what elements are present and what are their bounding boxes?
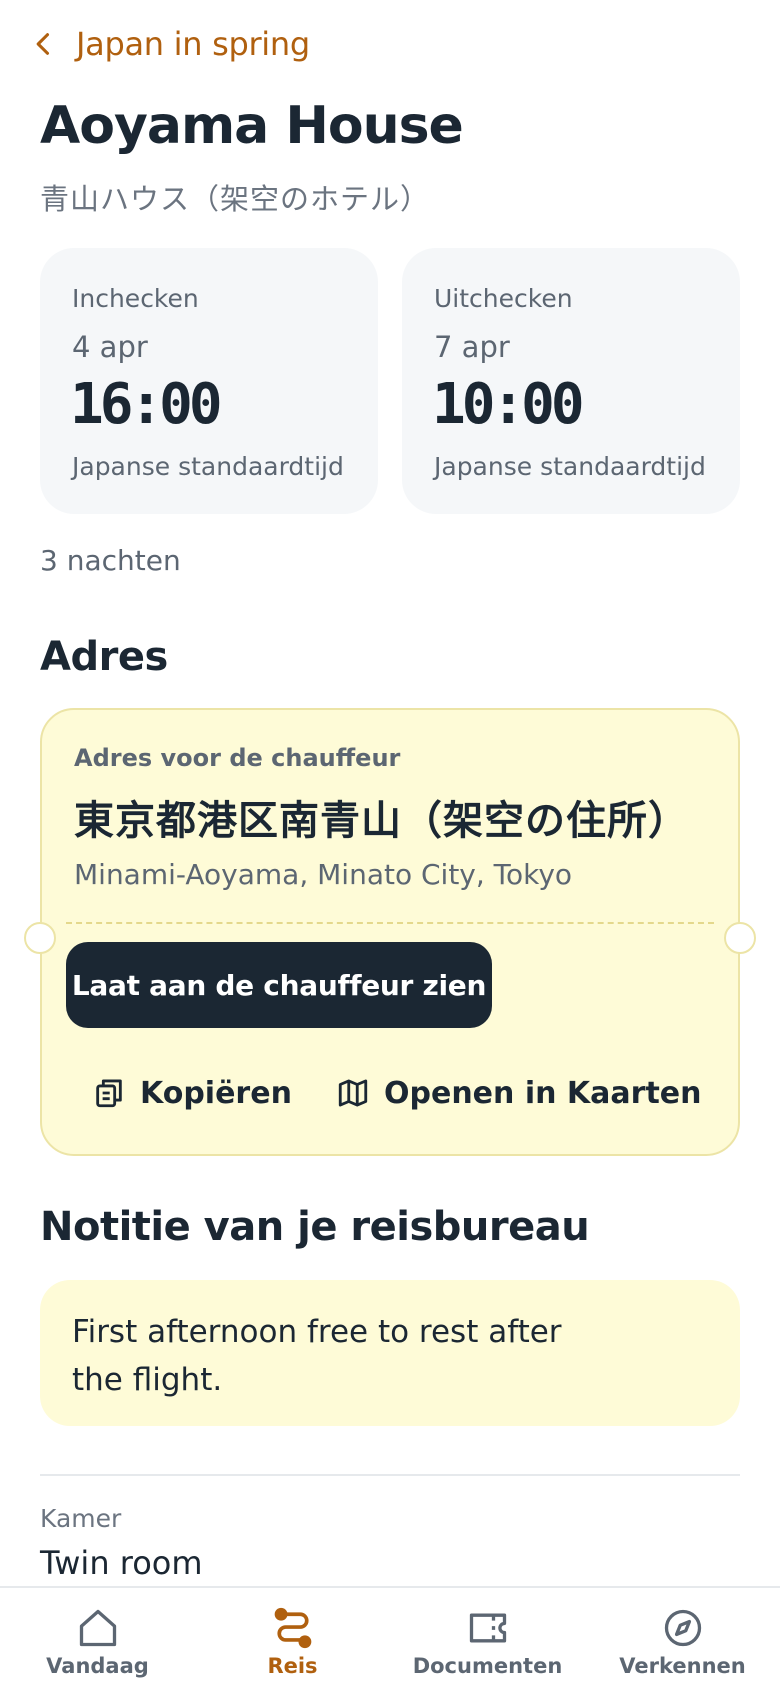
compass-icon bbox=[664, 1609, 701, 1647]
ticket-icon bbox=[469, 1613, 506, 1643]
ticket-notch-right bbox=[724, 922, 756, 954]
address-heading: Adres bbox=[40, 634, 168, 680]
tab-label: Documenten bbox=[412, 1654, 563, 1678]
checkin-label: Inchecken bbox=[72, 284, 199, 313]
agent-note-heading: Notitie van je reisbureau bbox=[40, 1204, 590, 1250]
address-ticket: Adres voor de chauffeur 東京都港区南青山（架空の住所） … bbox=[24, 708, 756, 1156]
open-maps-button[interactable]: Openen in Kaarten bbox=[336, 1068, 702, 1118]
page-title: Aoyama House bbox=[40, 96, 464, 156]
tab-vandaag[interactable]: Vandaag bbox=[0, 1588, 195, 1688]
checkout-card: Uitchecken 7 apr 10:00 Japanse standaard… bbox=[402, 248, 740, 514]
address-romanized: Minami-Aoyama, Minato City, Tokyo bbox=[74, 858, 573, 891]
bottom-tab-bar: Vandaag Reis Documenten Verkennen bbox=[0, 1586, 780, 1688]
checkout-date: 7 apr bbox=[434, 330, 510, 364]
map-icon bbox=[338, 1079, 368, 1107]
tab-reis[interactable]: Reis bbox=[195, 1588, 390, 1688]
ticket-divider bbox=[66, 922, 714, 924]
checkin-timezone: Japanse standaardtijd bbox=[72, 452, 344, 481]
tab-documenten[interactable]: Documenten bbox=[390, 1588, 585, 1688]
checkout-time: 10:00 bbox=[432, 372, 585, 437]
address-native: 東京都港区南青山（架空の住所） bbox=[74, 798, 689, 844]
copy-icon bbox=[96, 1079, 122, 1108]
open-maps-label: Openen in Kaarten bbox=[384, 1075, 702, 1111]
checkout-label: Uitchecken bbox=[434, 284, 573, 313]
route-icon bbox=[274, 1607, 311, 1649]
tab-label: Vandaag bbox=[46, 1654, 149, 1678]
copy-button[interactable]: Kopiëren bbox=[92, 1068, 292, 1118]
tab-label: Verkennen bbox=[619, 1654, 746, 1678]
show-driver-button[interactable]: Laat aan de chauffeur zien bbox=[66, 942, 492, 1028]
agent-note-text: First afternoon free to rest after the f… bbox=[72, 1314, 562, 1398]
home-icon bbox=[79, 1609, 116, 1647]
chevron-left-icon bbox=[36, 33, 50, 55]
checkout-timezone: Japanse standaardtijd bbox=[434, 452, 706, 481]
back-link[interactable]: Japan in spring bbox=[30, 22, 310, 66]
checkin-date: 4 apr bbox=[72, 330, 148, 364]
driver-address-label: Adres voor de chauffeur bbox=[74, 744, 401, 772]
checkin-time: 16:00 bbox=[70, 372, 223, 437]
copy-label: Kopiëren bbox=[140, 1075, 292, 1111]
page-subtitle: 青山ハウス（架空のホテル） bbox=[40, 182, 431, 216]
room-label: Kamer bbox=[40, 1504, 122, 1533]
checkin-card: Inchecken 4 apr 16:00 Japanse standaardt… bbox=[40, 248, 378, 514]
nights-count: 3 nachten bbox=[40, 544, 181, 577]
tab-label: Reis bbox=[267, 1654, 318, 1678]
ticket-notch-left bbox=[24, 922, 56, 954]
back-link-label: Japan in spring bbox=[76, 25, 310, 63]
tab-verkennen[interactable]: Verkennen bbox=[585, 1588, 780, 1688]
room-value: Twin room bbox=[40, 1544, 203, 1582]
section-divider bbox=[40, 1474, 740, 1476]
agent-note: First afternoon free to rest after the f… bbox=[40, 1280, 740, 1426]
